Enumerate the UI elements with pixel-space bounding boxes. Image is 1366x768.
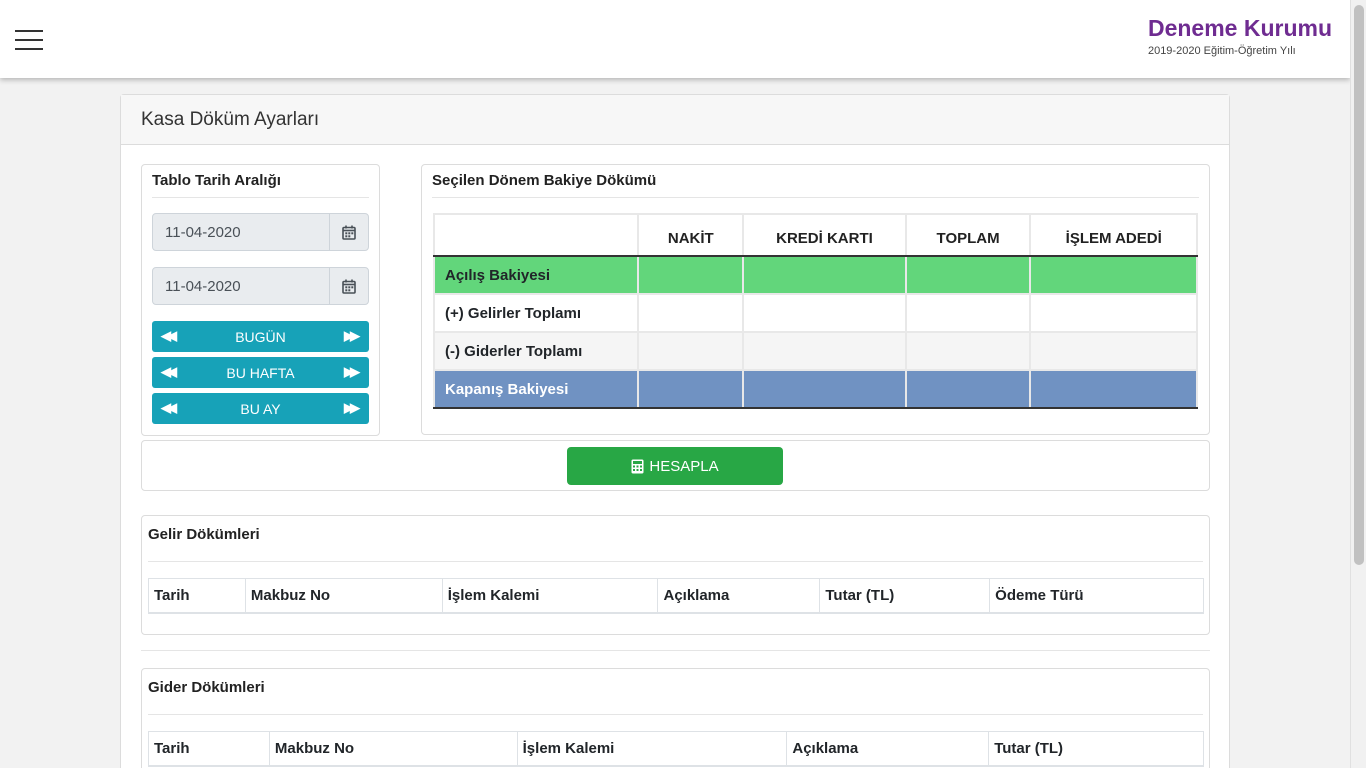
brand-subtitle: 2019-2020 Eğitim-Öğretim Yılı <box>1147 45 1296 57</box>
expense-report-title: Gider Dökümleri <box>148 669 1203 715</box>
header-transaction-count: İŞLEM ADEDİ <box>1029 213 1198 257</box>
row-label: Açılış Bakiyesi <box>432 255 640 295</box>
this-month-button-label: BU AY <box>240 400 281 417</box>
this-week-button-label: BU HAFTA <box>226 364 295 381</box>
start-date-field <box>152 213 369 251</box>
column-receipt-no[interactable]: Makbuz No <box>244 578 443 614</box>
row-label: (-) Giderler Toplamı <box>432 331 640 371</box>
calendar-icon[interactable] <box>329 268 368 304</box>
card-header: Kasa Döküm Ayarları <box>121 95 1229 145</box>
brand-title: Deneme Kurumu <box>1147 15 1332 41</box>
column-date[interactable]: Tarih <box>148 578 246 614</box>
section-divider <box>141 650 1210 651</box>
balance-header-row: NAKİT KREDİ KARTI TOPLAM İŞLEM ADEDİ <box>432 213 1198 257</box>
cash-cell <box>637 369 745 409</box>
income-report-panel: Gelir Dökümleri Tarih Makbuz No İşlem Ka… <box>141 515 1210 635</box>
main-card: Kasa Döküm Ayarları Tablo Tarih Aralığı … <box>120 94 1230 768</box>
cash-cell <box>637 331 745 371</box>
today-button[interactable]: ◀◀ BUGÜN ▶▶ <box>152 321 369 352</box>
income-total-row: (+) Gelirler Toplamı <box>432 293 1198 333</box>
row-label: Kapanış Bakiyesi <box>432 369 640 409</box>
calculate-button-label: HESAPLA <box>649 457 719 475</box>
header-total: TOPLAM <box>904 213 1032 257</box>
income-table: Tarih Makbuz No İşlem Kalemi Açıklama Tu… <box>148 578 1204 614</box>
this-month-button[interactable]: ◀◀ BU AY ▶▶ <box>152 393 369 424</box>
total-cell <box>904 255 1032 295</box>
income-header-row: Tarih Makbuz No İşlem Kalemi Açıklama Tu… <box>148 578 1204 614</box>
scrollbar-thumb[interactable] <box>1354 5 1364 565</box>
start-date-input[interactable] <box>153 214 330 250</box>
count-cell <box>1029 293 1198 333</box>
column-date[interactable]: Tarih <box>148 731 270 767</box>
column-payment-type[interactable]: Ödeme Türü <box>989 578 1204 614</box>
total-cell <box>904 331 1032 371</box>
top-bar: Deneme Kurumu 2019-2020 Eğitim-Öğretim Y… <box>0 0 1350 78</box>
expense-table: Tarih Makbuz No İşlem Kalemi Açıklama Tu… <box>148 731 1204 767</box>
column-description[interactable]: Açıklama <box>657 578 821 614</box>
credit-card-cell <box>742 331 907 371</box>
header-credit-card: KREDİ KARTI <box>742 213 907 257</box>
cash-cell <box>637 255 745 295</box>
cash-cell <box>637 293 745 333</box>
closing-balance-row: Kapanış Bakiyesi <box>432 369 1198 409</box>
expense-total-row: (-) Giderler Toplamı <box>432 331 1198 371</box>
header-empty <box>432 213 640 257</box>
date-range-panel: Tablo Tarih Aralığı ◀◀ BUGÜN ▶▶ ◀◀ BU HA… <box>141 164 380 436</box>
total-cell <box>904 369 1032 409</box>
balance-panel: Seçilen Dönem Bakiye Dökümü NAKİT KREDİ … <box>421 164 1210 435</box>
credit-card-cell <box>742 255 907 295</box>
balance-table: NAKİT KREDİ KARTI TOPLAM İŞLEM ADEDİ Açı… <box>432 213 1198 409</box>
credit-card-cell <box>742 293 907 333</box>
income-report-title: Gelir Dökümleri <box>148 516 1203 562</box>
expense-report-panel: Gider Dökümleri Tarih Makbuz No İşlem Ka… <box>141 668 1210 768</box>
opening-balance-row: Açılış Bakiyesi <box>432 255 1198 295</box>
end-date-input[interactable] <box>153 268 330 304</box>
page-scrollbar[interactable] <box>1350 0 1366 768</box>
forward-icon: ▶▶ <box>344 364 360 379</box>
today-button-label: BUGÜN <box>235 328 286 345</box>
count-cell <box>1029 369 1198 409</box>
column-amount[interactable]: Tutar (TL) <box>819 578 991 614</box>
forward-icon: ▶▶ <box>344 328 360 343</box>
calculate-panel: HESAPLA <box>141 440 1210 491</box>
date-range-title: Tablo Tarih Aralığı <box>152 165 369 198</box>
column-amount[interactable]: Tutar (TL) <box>988 731 1204 767</box>
calculate-button[interactable]: HESAPLA <box>567 447 783 485</box>
column-item[interactable]: İşlem Kalemi <box>516 731 788 767</box>
row-label: (+) Gelirler Toplamı <box>432 293 640 333</box>
backward-icon: ◀◀ <box>161 400 177 415</box>
column-description[interactable]: Açıklama <box>786 731 990 767</box>
backward-icon: ◀◀ <box>161 328 177 343</box>
calculator-icon <box>631 459 644 473</box>
page-title: Kasa Döküm Ayarları <box>141 109 320 130</box>
column-receipt-no[interactable]: Makbuz No <box>268 731 518 767</box>
balance-title: Seçilen Dönem Bakiye Dökümü <box>432 165 1199 198</box>
menu-icon[interactable] <box>15 30 43 50</box>
forward-icon: ▶▶ <box>344 400 360 415</box>
header-cash: NAKİT <box>637 213 745 257</box>
this-week-button[interactable]: ◀◀ BU HAFTA ▶▶ <box>152 357 369 388</box>
calendar-icon[interactable] <box>329 214 368 250</box>
count-cell <box>1029 255 1198 295</box>
brand: Deneme Kurumu 2019-2020 Eğitim-Öğretim Y… <box>1148 14 1332 57</box>
credit-card-cell <box>742 369 907 409</box>
backward-icon: ◀◀ <box>161 364 177 379</box>
expense-header-row: Tarih Makbuz No İşlem Kalemi Açıklama Tu… <box>148 731 1204 767</box>
total-cell <box>904 293 1032 333</box>
column-item[interactable]: İşlem Kalemi <box>441 578 659 614</box>
end-date-field <box>152 267 369 305</box>
count-cell <box>1029 331 1198 371</box>
